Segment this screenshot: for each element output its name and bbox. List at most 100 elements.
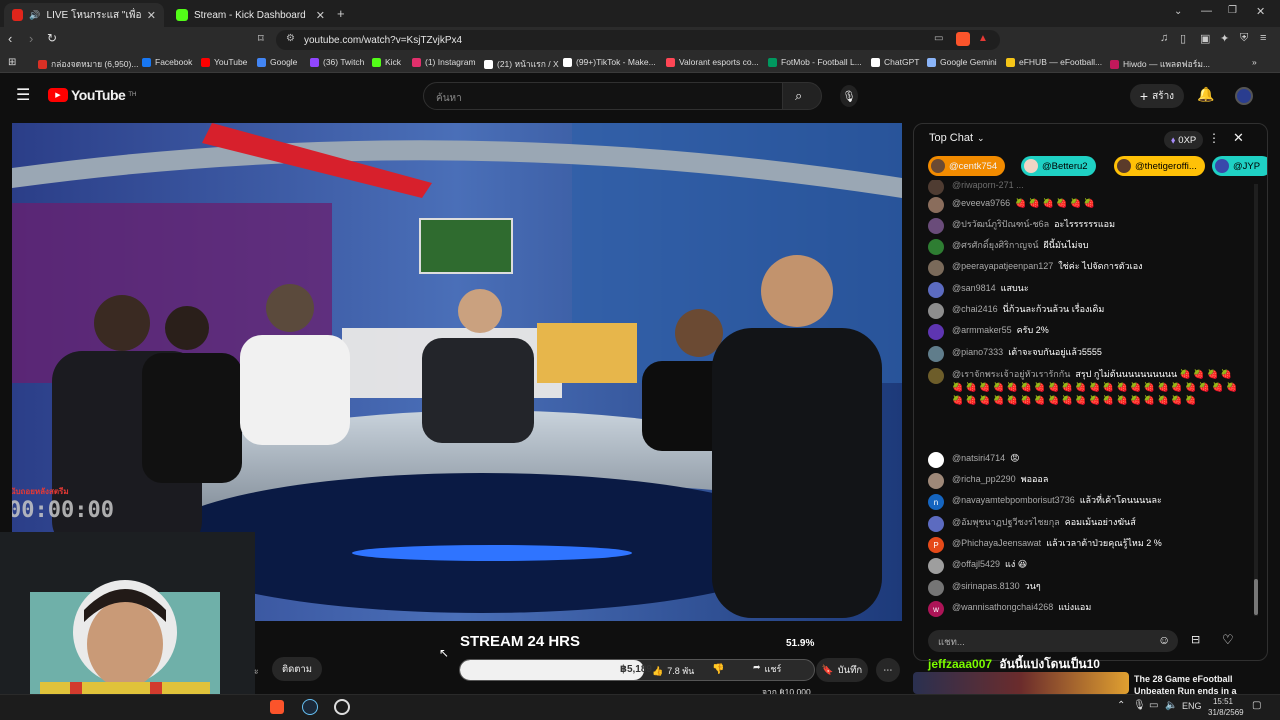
- heart-icon[interactable]: ♡: [1222, 632, 1234, 648]
- more-vertical-icon[interactable]: ⋮: [1208, 131, 1220, 145]
- chat-username[interactable]: @piano7333: [952, 347, 1003, 357]
- site-info-icon[interactable]: ⚙: [286, 33, 295, 44]
- chat-username[interactable]: @เราจักพระเจ้าอยู่หัวเรารักกัน: [952, 369, 1070, 379]
- avatar[interactable]: [928, 473, 944, 489]
- steam-icon[interactable]: [302, 699, 318, 715]
- vpn-icon[interactable]: ⛨: [1240, 32, 1248, 45]
- pinned-user-chip[interactable]: @centk754: [928, 156, 1006, 176]
- volume-icon[interactable]: 🔈: [1165, 700, 1177, 711]
- avatar[interactable]: n: [928, 494, 944, 510]
- like-button[interactable]: 👍 7.8 พัน: [652, 660, 694, 682]
- bookmark-item[interactable]: FotMob - Football L...: [768, 57, 862, 67]
- close-window-icon[interactable]: ✕: [1256, 5, 1265, 18]
- url-field[interactable]: ⚙ youtube.com/watch?v=KsjTZvjkPx4 ▭ ▲: [276, 30, 1000, 50]
- clock[interactable]: 15:51 31/8/2569: [1208, 696, 1244, 718]
- forward-icon[interactable]: ›: [29, 31, 33, 46]
- menu-icon[interactable]: ≡: [1260, 32, 1266, 44]
- avatar[interactable]: [928, 368, 944, 384]
- language-indicator[interactable]: ENG: [1182, 701, 1202, 711]
- obs-icon[interactable]: [334, 699, 350, 715]
- youtube-logo[interactable]: ▶ YouTube TH: [48, 87, 136, 103]
- restore-icon[interactable]: ❐: [1228, 5, 1237, 16]
- avatar[interactable]: [928, 558, 944, 574]
- super-chat-icon[interactable]: ⊟: [1191, 633, 1200, 646]
- bookmark-item[interactable]: YouTube: [201, 57, 247, 67]
- close-tab-icon[interactable]: ✕: [316, 9, 325, 22]
- chat-username[interactable]: @peerayapatjeenpan127: [952, 261, 1053, 271]
- chat-username[interactable]: @ปรวัฒน์ภูริปัณฑน์-ช6ล: [952, 219, 1049, 229]
- apps-grid-icon[interactable]: ⊞: [8, 57, 16, 68]
- avatar[interactable]: [928, 516, 944, 532]
- avatar[interactable]: w: [928, 601, 944, 617]
- microphone-tray-icon[interactable]: 🎙: [1133, 700, 1146, 711]
- bookmark-item[interactable]: กล่องจดหมาย (6,950)...: [38, 57, 138, 71]
- new-tab-icon[interactable]: +: [337, 6, 345, 21]
- chat-username[interactable]: @wannisathongchai4268: [952, 602, 1053, 612]
- bookmark-item[interactable]: Google: [257, 57, 297, 67]
- chat-username[interactable]: @chai2416: [952, 304, 998, 314]
- search-input[interactable]: ค้นหา: [423, 82, 783, 110]
- xp-badge[interactable]: ⬧ 0XP: [1164, 131, 1204, 149]
- tab-kick-dashboard[interactable]: Stream - Kick Dashboard ✕: [168, 3, 333, 27]
- chat-username[interactable]: @sirinapas.8130: [952, 581, 1020, 591]
- avatar[interactable]: [928, 580, 944, 596]
- emoji-icon[interactable]: ☺: [1158, 633, 1170, 647]
- chat-input[interactable]: แชท...: [928, 630, 1178, 652]
- avatar[interactable]: [928, 282, 944, 298]
- chat-username[interactable]: @richa_pp2290: [952, 474, 1016, 484]
- bookmark-item[interactable]: Google Gemini: [927, 57, 997, 67]
- tab-youtube-live[interactable]: 🔊 LIVE โหนกระแส "เพื่อนๆรู้กัน่ ✕: [4, 3, 164, 27]
- network-icon[interactable]: ▭: [1149, 700, 1158, 711]
- avatar[interactable]: [928, 260, 944, 276]
- pinned-user-chip[interactable]: @JYP: [1212, 156, 1267, 176]
- close-tab-icon[interactable]: ✕: [147, 9, 156, 22]
- follow-button[interactable]: ติดตาม: [272, 657, 322, 681]
- save-button[interactable]: 🔖 บันทึก: [816, 658, 868, 682]
- more-bookmarks-icon[interactable]: »: [1252, 57, 1257, 67]
- chat-username[interactable]: @อัมพุชนาฏปฐวีชงรไชยกุล: [952, 517, 1060, 527]
- bookmark-item[interactable]: Hiwdo — แพลตฟอร์ม...: [1110, 57, 1210, 71]
- avatar[interactable]: [928, 324, 944, 340]
- bookmark-item[interactable]: Facebook: [142, 57, 192, 67]
- bookmark-item[interactable]: (36) Twitch: [310, 57, 364, 67]
- pinned-user-chip[interactable]: @Betteru2: [1021, 156, 1096, 176]
- avatar[interactable]: P: [928, 537, 944, 553]
- minimize-icon[interactable]: —: [1201, 5, 1212, 17]
- music-icon[interactable]: ♫: [1160, 32, 1168, 44]
- chat-scrollbar[interactable]: [1254, 184, 1258, 616]
- close-chat-icon[interactable]: ✕: [1233, 130, 1244, 146]
- chat-username[interactable]: @natsiri4714: [952, 453, 1005, 463]
- bookmark-item[interactable]: (21) หน้าแรก / X: [484, 57, 559, 71]
- search-button[interactable]: ⌕: [782, 82, 822, 110]
- avatar[interactable]: [928, 239, 944, 255]
- chat-mode-selector[interactable]: Top Chat ⌄: [929, 132, 985, 144]
- back-icon[interactable]: ‹: [8, 31, 12, 46]
- brave-icon[interactable]: [270, 700, 284, 714]
- bookmark-item[interactable]: (99+)TikTok - Make...: [563, 57, 656, 67]
- avatar[interactable]: [928, 303, 944, 319]
- chat-username[interactable]: @navayamtebpomborisut3736: [952, 495, 1075, 505]
- create-button[interactable]: + สร้าง: [1130, 84, 1184, 108]
- wallet-icon[interactable]: ▣: [1200, 32, 1210, 45]
- notification-center-icon[interactable]: ▢: [1252, 700, 1261, 711]
- bookmark-item[interactable]: (1) Instagram: [412, 57, 476, 67]
- sidebar-icon[interactable]: ▯: [1180, 32, 1186, 45]
- recommendation-title[interactable]: The 28 Game eFootball Unbeaten Run ends …: [1134, 673, 1262, 695]
- share-button[interactable]: ➦ แชร์: [753, 662, 781, 676]
- recommendation-thumbnail[interactable]: [913, 672, 1129, 694]
- avatar[interactable]: [928, 346, 944, 362]
- notifications-bell-icon[interactable]: 🔔: [1197, 86, 1214, 103]
- chevron-up-icon[interactable]: ⌃: [1117, 700, 1125, 711]
- reload-icon[interactable]: ↻: [47, 31, 57, 45]
- chat-username[interactable]: @PhichayaJeensawat: [952, 538, 1041, 548]
- chat-username[interactable]: @san9814: [952, 283, 996, 293]
- bookmark-item[interactable]: eFHUB — eFootball...: [1006, 57, 1102, 67]
- hamburger-menu-icon[interactable]: ☰: [16, 85, 30, 105]
- chat-username[interactable]: @ศรศักดิ์ยุงศิริกาญจน์: [952, 240, 1039, 250]
- avatar[interactable]: [928, 452, 944, 468]
- avatar[interactable]: [928, 218, 944, 234]
- bookmark-item[interactable]: ChatGPT: [871, 57, 919, 67]
- chat-username[interactable]: @armmaker55: [952, 325, 1012, 335]
- chat-username[interactable]: @eveeva9766: [952, 198, 1010, 208]
- pinned-user-chip[interactable]: @thetigeroffi...: [1114, 156, 1205, 176]
